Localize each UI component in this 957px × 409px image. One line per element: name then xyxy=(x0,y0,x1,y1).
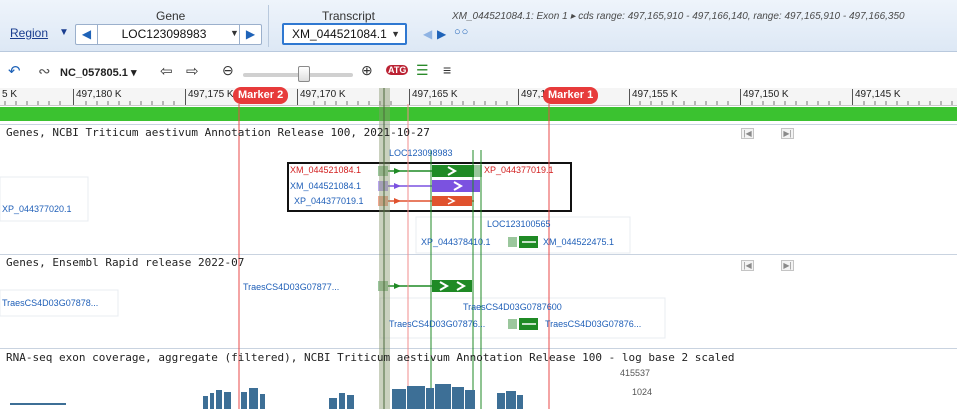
strand-arrow-icon xyxy=(394,283,401,289)
strand-arrow-icon xyxy=(394,198,401,204)
coverage-bar xyxy=(426,388,434,409)
coverage-histogram xyxy=(10,384,523,409)
feature-outline xyxy=(0,176,89,222)
rna-label-xm_044521084[interactable]: XM_044521084.1 xyxy=(290,165,361,175)
rna-label-xm_044522475[interactable]: XM_044522475.1 xyxy=(543,237,614,247)
gene-label-loc123098983[interactable]: LOC123098983 xyxy=(389,148,453,158)
coverage-bar xyxy=(260,394,265,409)
coverage-bar xyxy=(339,393,345,409)
strand-arrow-icon xyxy=(394,183,401,189)
coverage-bar xyxy=(497,393,505,409)
gene-exon xyxy=(508,237,517,247)
coverage-bar xyxy=(210,393,214,409)
coverage-mid-label: 1024 xyxy=(632,387,653,397)
marker-2-flag[interactable]: Marker 2 xyxy=(233,87,289,104)
protein-label-xp_044377019[interactable]: XP_044377019.1 xyxy=(294,196,364,206)
protein-exon xyxy=(432,196,472,206)
coverage-bar xyxy=(10,403,66,405)
track-title-rnaseq-coverage: RNA-seq exon coverage, aggregate (filter… xyxy=(6,351,735,364)
coverage-bar xyxy=(435,384,451,409)
coverage-bar xyxy=(224,392,231,409)
coverage-bar xyxy=(347,395,354,409)
feature-graphics xyxy=(0,88,666,409)
protein-label-xp_044378410[interactable]: XP_044378410.1 xyxy=(421,237,491,247)
ensembl-gene-label[interactable]: TraesCS4D03G0787600 xyxy=(463,302,562,312)
protein-label-xp_044377020[interactable]: XP_044377020.1 xyxy=(2,204,72,214)
ensembl-gene-label[interactable]: TraesCS4D03G07877... xyxy=(243,282,339,292)
ensembl-transcript-label[interactable]: TraesCS4D03G07876... xyxy=(389,319,485,329)
coverage-max-label: 415537 xyxy=(620,368,651,378)
ensembl-gene-label[interactable]: TraesCS4D03G07878... xyxy=(2,298,98,308)
coverage-bar xyxy=(506,391,516,409)
coverage-bar xyxy=(392,389,406,409)
coverage-bar xyxy=(517,395,523,409)
coverage-bar xyxy=(249,388,258,409)
protein-label-xp_044377019[interactable]: XP_044377019.1 xyxy=(484,165,554,175)
rna-label-xm_044521084[interactable]: XM_044521084.1 xyxy=(290,181,361,191)
coverage-bar xyxy=(241,392,247,409)
strand-arrow-icon xyxy=(394,168,401,174)
coverage-bar xyxy=(407,386,425,409)
coverage-bar xyxy=(216,390,222,409)
gene-label-loc123100565[interactable]: LOC123100565 xyxy=(487,219,551,229)
coverage-bar xyxy=(203,396,208,409)
ensembl-transcript-label[interactable]: TraesCS4D03G07876... xyxy=(545,319,641,329)
gene-exon xyxy=(508,319,517,329)
track-title-ensembl-genes: Genes, Ensembl Rapid release 2022-07 xyxy=(6,256,245,269)
coverage-bar xyxy=(452,387,464,409)
track-title-ncbi-genes: Genes, NCBI Triticum aestivum Annotation… xyxy=(6,126,430,139)
marker-1-flag[interactable]: Marker 1 xyxy=(543,87,599,104)
coverage-bar xyxy=(465,390,475,409)
coverage-bar xyxy=(329,398,337,409)
